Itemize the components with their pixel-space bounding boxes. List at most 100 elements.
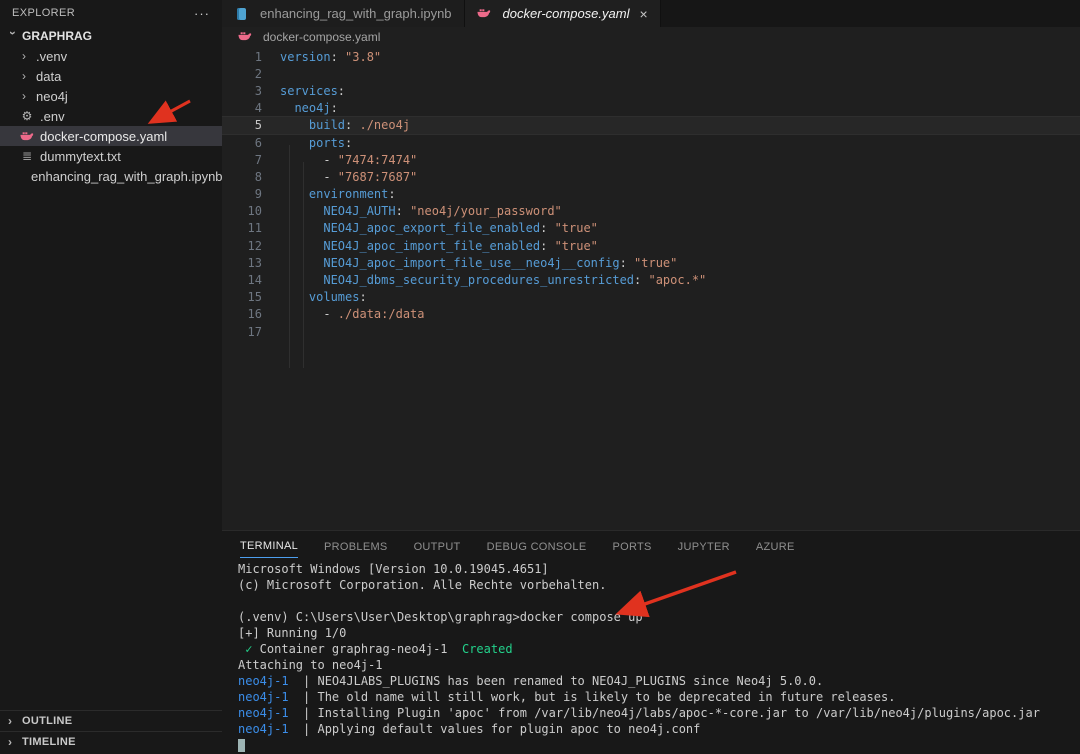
code-text: build: ./neo4j xyxy=(308,118,411,133)
line-number: 16 xyxy=(247,307,262,322)
editor-line-17[interactable]: 17 xyxy=(222,323,1080,340)
line-number: 5 xyxy=(254,118,262,133)
code-text: - "7474:7474" xyxy=(280,152,418,167)
editor-line-3[interactable]: 3 services: xyxy=(222,82,1080,99)
editor-line-2[interactable]: 2 xyxy=(222,65,1080,82)
panel-tab-jupyter[interactable]: JUPYTER xyxy=(678,535,730,558)
code-text: NEO4J_apoc_import_file_enabled: "true" xyxy=(323,238,598,253)
panel-tab-terminal[interactable]: TERMINAL xyxy=(240,534,299,558)
panel-tab-bar: TERMINAL PROBLEMS OUTPUT DEBUG CONSOLE PORTS… xyxy=(222,531,1080,561)
line-number: 4 xyxy=(254,101,262,116)
sidebar-item--venv[interactable]: › .venv xyxy=(0,46,222,66)
terminal-line: (c) Microsoft Corporation. Alle Rechte v… xyxy=(238,578,607,592)
chevron-down-icon: › xyxy=(6,31,20,35)
sidebar-section-timeline[interactable]: › TIMELINE xyxy=(0,731,222,752)
panel-tab-azure[interactable]: AZURE xyxy=(756,535,795,558)
line-number: 2 xyxy=(254,66,262,81)
line-number: 3 xyxy=(254,83,262,98)
line-number: 14 xyxy=(247,273,262,288)
section-label: OUTLINE xyxy=(22,715,73,727)
text-file-icon: ≣ xyxy=(21,149,33,163)
code-text: NEO4J_AUTH: "neo4j/your_password" xyxy=(323,204,562,219)
file-label: enhancing_rag_with_graph.ipynb xyxy=(31,168,223,184)
editor-line-16[interactable]: 16 - ./data:/data xyxy=(222,306,1080,323)
sidebar-item-enhancing-rag-with-graph-ipynb[interactable]: enhancing_rag_with_graph.ipynb xyxy=(0,166,223,186)
code-text: environment: xyxy=(308,187,396,202)
chevron-right-icon: › xyxy=(8,735,13,749)
code-text: NEO4J_dbms_security_procedures_unrestric… xyxy=(323,273,707,288)
file-label: neo4j xyxy=(36,88,68,104)
line-number: 11 xyxy=(247,221,262,236)
explorer-title: EXPLORER xyxy=(12,7,76,19)
editor-line-11[interactable]: 11 NEO4J_apoc_export_file_enabled: "true… xyxy=(222,220,1080,237)
terminal-output[interactable]: Microsoft Windows [Version 10.0.19045.46… xyxy=(222,561,1080,753)
code-text: services: xyxy=(280,83,346,98)
line-number: 8 xyxy=(254,169,262,184)
editor-line-5[interactable]: 5 build: ./neo4j xyxy=(222,116,1080,134)
terminal-line: (.venv) C:\Users\User\Desktop\graphrag>d… xyxy=(238,610,643,624)
code-text: - "7687:7687" xyxy=(280,169,418,184)
line-number: 12 xyxy=(247,238,262,253)
sidebar-bottom-sections: › OUTLINE › TIMELINE xyxy=(0,710,222,752)
file-label: data xyxy=(36,68,62,84)
breadcrumb[interactable]: docker-compose.yaml xyxy=(222,27,1080,46)
editor-line-12[interactable]: 12 NEO4J_apoc_import_file_enabled: "true… xyxy=(222,237,1080,254)
file-label: .env xyxy=(40,108,65,124)
line-number: 13 xyxy=(247,255,262,270)
sidebar-section-outline[interactable]: › OUTLINE xyxy=(0,710,222,731)
sidebar-item--env[interactable]: ⚙ .env xyxy=(0,106,222,126)
editor-line-15[interactable]: 15 volumes: xyxy=(222,289,1080,306)
chevron-right-icon: › xyxy=(22,49,26,63)
docker-whale-icon xyxy=(476,7,491,21)
bottom-panel: TERMINAL PROBLEMS OUTPUT DEBUG CONSOLE PORTS… xyxy=(222,530,1080,754)
line-number: 17 xyxy=(247,324,262,339)
code-editor[interactable]: 1 version: "3.8" 2 3 services: 4 neo4j: 5 buil… xyxy=(222,46,1080,530)
code-text: ports: xyxy=(308,135,353,150)
editor-line-13[interactable]: 13 NEO4J_apoc_import_file_use__neo4j__co… xyxy=(222,254,1080,271)
sidebar-item-neo4j[interactable]: › neo4j xyxy=(0,86,222,106)
editor-line-1[interactable]: 1 version: "3.8" xyxy=(222,48,1080,65)
file-tree: › .venv › data › neo4j ⚙ .env docker-compose.yam… xyxy=(0,46,223,186)
code-text: NEO4J_apoc_import_file_use__neo4j__confi… xyxy=(323,255,678,270)
line-number: 9 xyxy=(254,187,262,202)
line-number: 7 xyxy=(254,152,262,167)
vscode-window: EXPLORER ··· › GRAPHRAG › .venv › data › neo4… xyxy=(0,0,1080,754)
editor-line-7[interactable]: 7 - "7474:7474" xyxy=(222,151,1080,168)
tab-docker-compose-yaml[interactable]: docker-compose.yaml × xyxy=(464,0,661,27)
editor-group: enhancing_rag_with_graph.ipynb docker-com… xyxy=(222,0,1080,754)
chevron-right-icon: › xyxy=(22,89,26,103)
terminal-line: Attaching to neo4j-1 xyxy=(238,658,383,672)
terminal-cursor xyxy=(238,739,245,752)
panel-tab-debug-console[interactable]: DEBUG CONSOLE xyxy=(487,535,587,558)
gear-icon: ⚙ xyxy=(21,109,33,123)
panel-tab-output[interactable]: OUTPUT xyxy=(414,535,461,558)
sidebar-item-data[interactable]: › data xyxy=(0,66,222,86)
terminal-line: neo4j-1 | Installing Plugin 'apoc' from … xyxy=(238,706,1040,720)
editor-line-10[interactable]: 10 NEO4J_AUTH: "neo4j/your_password" xyxy=(222,203,1080,220)
panel-tab-ports[interactable]: PORTS xyxy=(612,535,651,558)
terminal-line: [+] Running 1/0 xyxy=(238,626,347,640)
editor-line-9[interactable]: 9 environment: xyxy=(222,186,1080,203)
explorer-header: EXPLORER ··· xyxy=(0,0,222,26)
editor-line-14[interactable]: 14 NEO4J_dbms_security_procedures_unrest… xyxy=(222,271,1080,288)
editor-line-6[interactable]: 6 ports: xyxy=(222,134,1080,151)
code-text: - ./data:/data xyxy=(280,307,425,322)
editor-line-4[interactable]: 4 neo4j: xyxy=(222,100,1080,117)
root-folder-label: GRAPHRAG xyxy=(22,29,93,43)
sidebar-item-graphrag-root[interactable]: › GRAPHRAG xyxy=(0,26,222,46)
more-actions-icon[interactable]: ··· xyxy=(194,6,210,21)
line-number: 6 xyxy=(254,135,262,150)
panel-tab-problems[interactable]: PROBLEMS xyxy=(324,535,388,558)
editor-lines: 1 version: "3.8" 2 3 services: 4 neo4j: 5 buil… xyxy=(222,48,1080,340)
sidebar-item-dummytext-txt[interactable]: ≣ dummytext.txt xyxy=(0,146,222,166)
terminal-line: neo4j-1 | The old name will still work, … xyxy=(238,690,896,704)
tab-enhancing-rag-with-graph-ipynb[interactable]: enhancing_rag_with_graph.ipynb xyxy=(222,0,465,27)
docker-whale-icon xyxy=(20,129,34,143)
breadcrumb-label: docker-compose.yaml xyxy=(263,29,381,44)
sidebar-item-docker-compose-yaml[interactable]: docker-compose.yaml xyxy=(0,126,222,146)
terminal-line: Microsoft Windows [Version 10.0.19045.46… xyxy=(238,562,549,576)
close-icon[interactable]: × xyxy=(639,7,647,21)
docker-whale-icon xyxy=(238,30,252,44)
editor-line-8[interactable]: 8 - "7687:7687" xyxy=(222,168,1080,185)
